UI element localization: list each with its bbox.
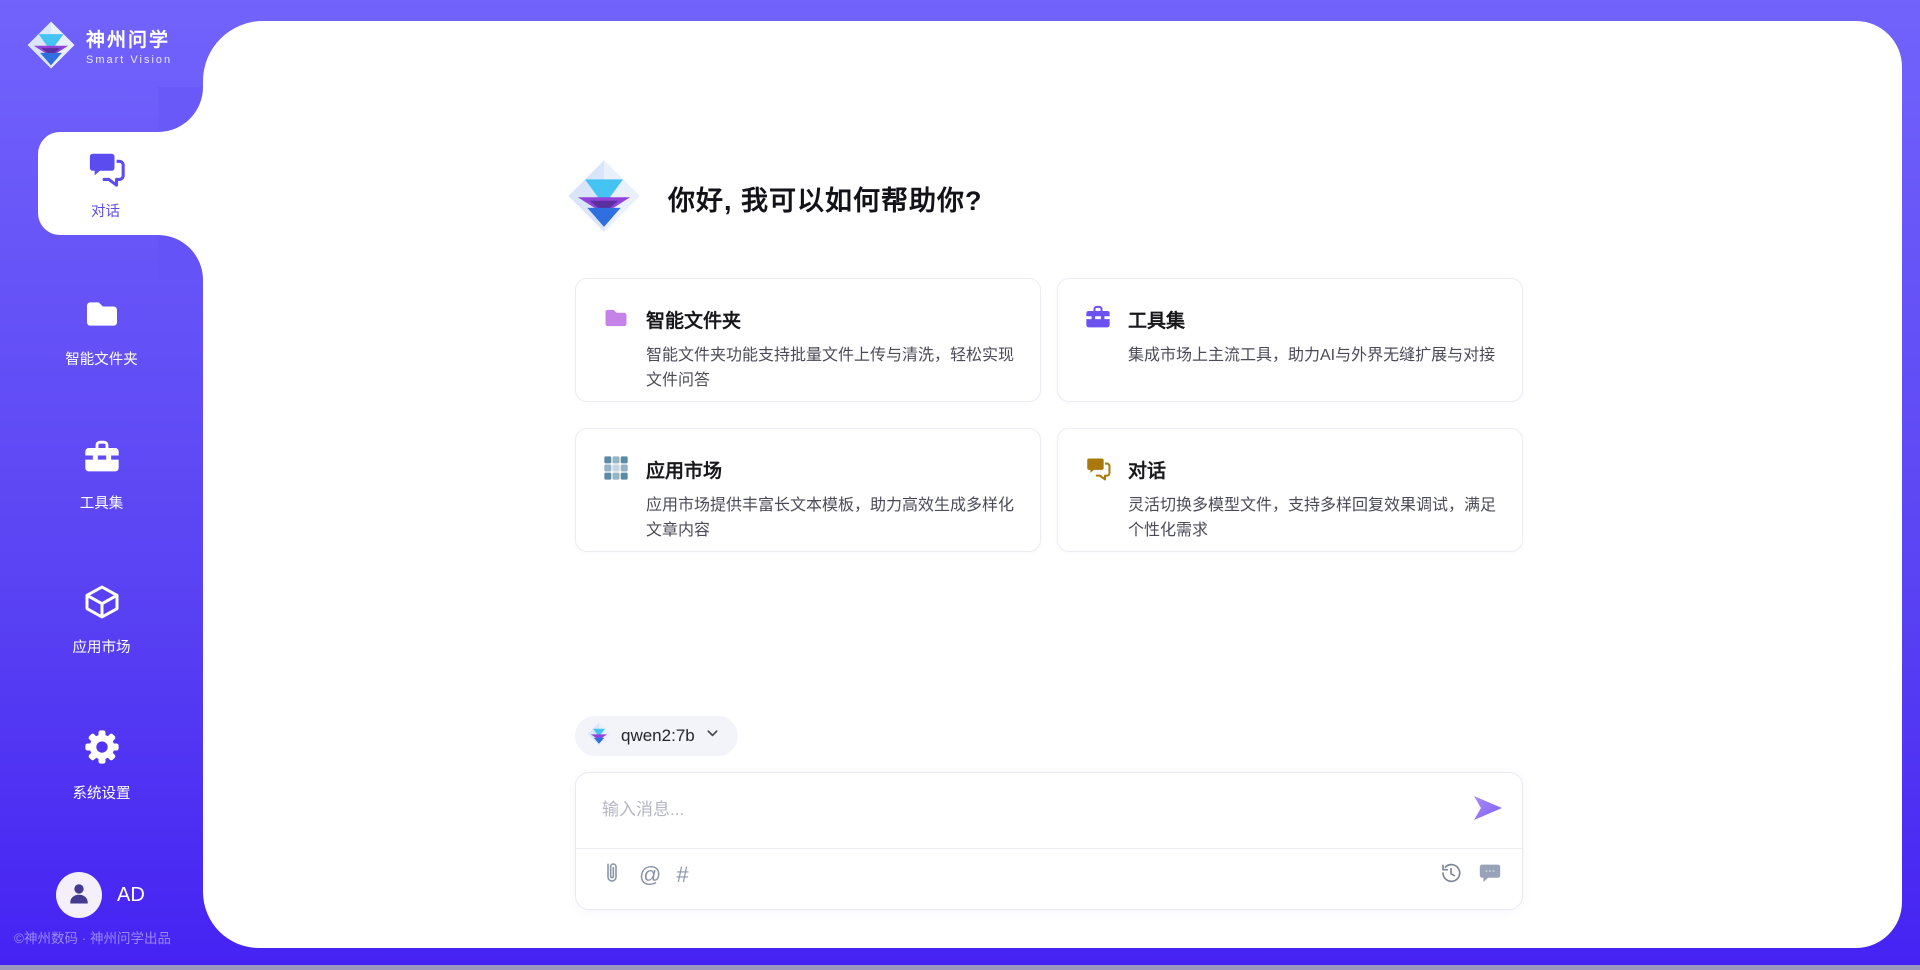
history-button[interactable]: [1439, 861, 1463, 889]
card-app-market[interactable]: 应用市场 应用市场提供丰富长文本模板，助力高效生成多样化文章内容: [575, 428, 1041, 552]
sidebar-item-toolbox[interactable]: 工具集: [0, 438, 203, 513]
chevron-down-icon[interactable]: [705, 726, 720, 746]
card-title: 应用市场: [646, 456, 1014, 483]
card-description: 灵活切换多模型文件，支持多样回复效果调试，满足个性化需求: [1128, 493, 1496, 543]
gear-icon: [81, 726, 123, 773]
at-icon: @: [639, 864, 661, 886]
diamond-logo-icon: [587, 722, 611, 751]
message-input[interactable]: [576, 773, 1522, 847]
card-chat[interactable]: 对话 灵活切换多模型文件，支持多样回复效果调试，满足个性化需求: [1057, 428, 1523, 552]
active-tab-bottom-fillet: [158, 235, 203, 280]
active-tab-top-fillet: [158, 87, 203, 132]
chat-log-button[interactable]: [1478, 861, 1502, 889]
card-description: 智能文件夹功能支持批量文件上传与清洗，轻松实现文件问答: [646, 343, 1014, 393]
model-selector[interactable]: qwen2:7b: [575, 716, 738, 756]
assistant-logo-icon: [566, 158, 642, 239]
briefcase-icon: [1084, 304, 1112, 401]
chat-bubbles-icon: [1084, 454, 1112, 551]
card-description: 集成市场上主流工具，助力AI与外界无缝扩展与对接: [1128, 343, 1495, 368]
history-icon: [1439, 861, 1463, 889]
card-title: 对话: [1128, 456, 1496, 483]
chat-bubbles-icon: [85, 147, 127, 194]
sidebar-item-chat[interactable]: 对话: [38, 132, 203, 235]
mention-button[interactable]: @: [639, 864, 661, 886]
folder-icon: [82, 294, 122, 339]
sidebar-item-label: 对话: [91, 200, 120, 221]
sidebar-item-label: 工具集: [80, 492, 124, 513]
card-title: 工具集: [1128, 306, 1495, 333]
sidebar-item-app-market[interactable]: 应用市场: [0, 582, 203, 657]
card-smart-folders[interactable]: 智能文件夹 智能文件夹功能支持批量文件上传与清洗，轻松实现文件问答: [575, 278, 1041, 402]
window-bottom-edge: [0, 965, 1920, 970]
hash-icon: #: [676, 864, 688, 886]
sidebar-item-label: 应用市场: [73, 636, 131, 657]
brand-name: 神州问学: [86, 30, 172, 52]
sidebar-item-smart-folders[interactable]: 智能文件夹: [0, 294, 203, 369]
message-composer: @ #: [575, 772, 1523, 910]
cube-icon: [82, 582, 122, 627]
composer-toolbar: @ #: [600, 861, 1502, 889]
brand: 神州问学 Smart Vision: [26, 20, 172, 75]
sidebar-item-label: 智能文件夹: [65, 348, 138, 369]
person-icon: [65, 879, 93, 912]
brand-logo-icon: [26, 20, 76, 75]
send-button[interactable]: [1470, 791, 1506, 825]
copyright: ©神州数码 · 神州问学出品: [14, 927, 171, 947]
model-name: qwen2:7b: [621, 726, 695, 746]
hashtag-button[interactable]: #: [676, 864, 688, 886]
chat-square-icon: [1478, 861, 1502, 889]
folder-icon: [602, 304, 630, 401]
sidebar-item-label: 系统设置: [73, 782, 131, 803]
grid-icon: [602, 454, 630, 551]
card-description: 应用市场提供丰富长文本模板，助力高效生成多样化文章内容: [646, 493, 1014, 543]
attach-file-button[interactable]: [600, 861, 624, 889]
sidebar-item-settings[interactable]: 系统设置: [0, 726, 203, 803]
user-profile[interactable]: AD: [56, 872, 145, 918]
briefcase-icon: [82, 438, 122, 483]
paperclip-icon: [600, 861, 624, 889]
brand-subtitle: Smart Vision: [86, 54, 172, 66]
app-window: 神州问学 Smart Vision 对话 智能文件夹: [0, 0, 1920, 970]
card-toolbox[interactable]: 工具集 集成市场上主流工具，助力AI与外界无缝扩展与对接: [1057, 278, 1523, 402]
card-title: 智能文件夹: [646, 306, 1014, 333]
avatar: [56, 872, 102, 918]
greeting: 你好, 我可以如何帮助你?: [566, 158, 983, 239]
user-initials: AD: [117, 884, 145, 907]
feature-cards: 智能文件夹 智能文件夹功能支持批量文件上传与清洗，轻松实现文件问答 工具集 集成…: [575, 278, 1523, 552]
greeting-text: 你好, 我可以如何帮助你?: [668, 179, 983, 218]
composer-divider: [576, 848, 1522, 849]
